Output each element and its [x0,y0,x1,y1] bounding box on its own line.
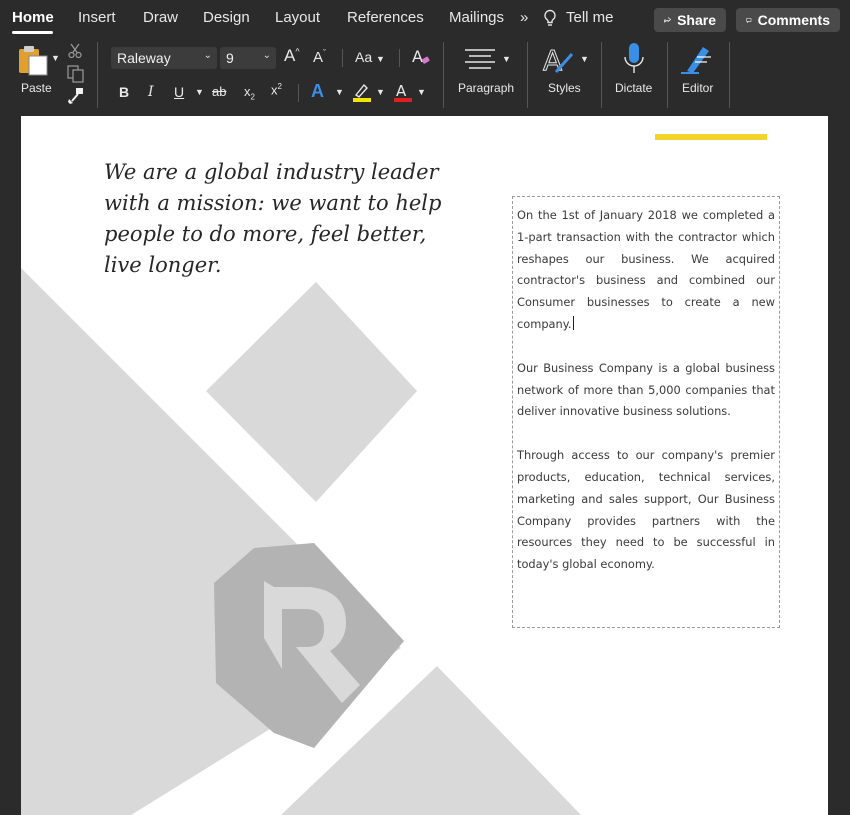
tab-design[interactable]: Design [203,9,250,26]
font-color-dropdown-icon[interactable]: ▼ [417,87,426,97]
paste-dropdown-icon[interactable]: ▼ [51,53,60,63]
tab-layout[interactable]: Layout [275,9,320,26]
chevron-down-icon: ▼ [376,54,385,64]
paragraph-1-text: On the 1st of January 2018 we completed … [517,208,775,331]
font-name-dropdown[interactable]: Raleway ⌄ [111,47,217,69]
share-icon [664,17,672,23]
paragraph-dropdown-icon[interactable]: ▼ [502,54,511,64]
svg-text:A: A [396,82,407,100]
tab-home[interactable]: Home [12,9,54,26]
font-size-value: 9 [226,50,234,66]
dictate-label: Dictate [615,81,653,95]
separator [97,42,98,108]
company-logo [214,543,404,748]
font-color-icon[interactable]: A [393,81,413,103]
styles-dropdown-icon[interactable]: ▼ [580,54,589,64]
svg-text:A: A [412,47,423,66]
separator [527,42,528,108]
editor-icon[interactable] [681,43,715,75]
body-textbox[interactable]: On the 1st of January 2018 we completed … [512,196,780,628]
copy-icon[interactable] [67,65,85,83]
separator [601,42,602,108]
more-tabs-chevron-icon[interactable]: » [520,9,528,26]
comments-label: Comments [757,12,830,28]
chevron-down-icon: ⌄ [262,50,271,61]
svg-text:A: A [543,44,562,76]
shrink-font-icon[interactable]: Aˇ [313,48,326,66]
text-effects-dropdown-icon[interactable]: ▼ [335,87,344,97]
paste-icon[interactable] [17,45,51,77]
change-case-label: Aa [355,49,373,65]
underline-icon[interactable]: U [174,84,184,100]
microphone-icon[interactable] [622,42,646,76]
separator [443,42,444,108]
font-size-dropdown[interactable]: 9 ⌄ [220,47,276,69]
separator [342,49,343,67]
styles-icon[interactable]: A [542,44,576,76]
highlighter-icon[interactable] [352,81,372,103]
separator [298,84,299,102]
superscript-icon[interactable]: x2 [271,82,282,97]
tab-references[interactable]: References [347,9,424,26]
format-painter-icon[interactable] [67,87,85,105]
document-page[interactable]: We are a global industry leader with a m… [21,116,828,815]
text-cursor [572,315,574,330]
underline-dropdown-icon[interactable]: ▼ [195,87,204,97]
tab-mailings[interactable]: Mailings [449,9,504,26]
paragraph-1[interactable]: On the 1st of January 2018 we completed … [517,205,775,336]
subscript-icon[interactable]: x2 [244,84,255,102]
comments-button[interactable]: Comments [736,8,840,32]
grow-font-icon[interactable]: A^ [284,46,300,66]
chevron-down-icon: ⌄ [203,50,212,61]
change-case-button[interactable]: Aa ▼ [355,49,385,65]
cut-icon[interactable] [68,43,82,59]
paragraph-label: Paragraph [458,81,515,95]
ribbon-home: ▼ Paste Raleway ⌄ 9 ⌄ A^ Aˇ Aa ▼ A B I U… [0,38,850,114]
highlight-dropdown-icon[interactable]: ▼ [376,87,385,97]
text-effects-icon[interactable]: A [311,81,324,102]
separator [667,42,668,108]
font-name-value: Raleway [117,50,171,66]
tell-me-search[interactable]: Tell me [566,9,614,26]
tab-insert[interactable]: Insert [78,9,116,26]
clear-formatting-icon[interactable]: A [411,47,431,67]
separator [399,49,400,67]
italic-icon[interactable]: I [148,84,154,100]
strikethrough-icon[interactable]: ab [212,84,226,99]
paste-label: Paste [21,81,52,95]
lightbulb-icon [544,9,556,26]
accent-bar [655,134,767,140]
editor-label: Editor [682,81,714,95]
share-button[interactable]: Share [654,8,726,32]
ribbon-tab-bar: Home Insert Draw Design Layout Reference… [0,0,850,38]
paragraph-2[interactable]: Our Business Company is a global busines… [517,358,775,423]
tab-draw[interactable]: Draw [143,9,178,26]
bold-icon[interactable]: B [119,84,129,100]
comment-icon [746,17,752,23]
active-tab-indicator [12,31,53,34]
share-label: Share [677,12,716,28]
headline-text[interactable]: We are a global industry leader with a m… [104,157,464,281]
styles-label: Styles [548,81,581,95]
separator [729,42,730,108]
paragraph-3[interactable]: Through access to our company's premier … [517,445,775,576]
paragraph-icon[interactable] [465,48,495,72]
